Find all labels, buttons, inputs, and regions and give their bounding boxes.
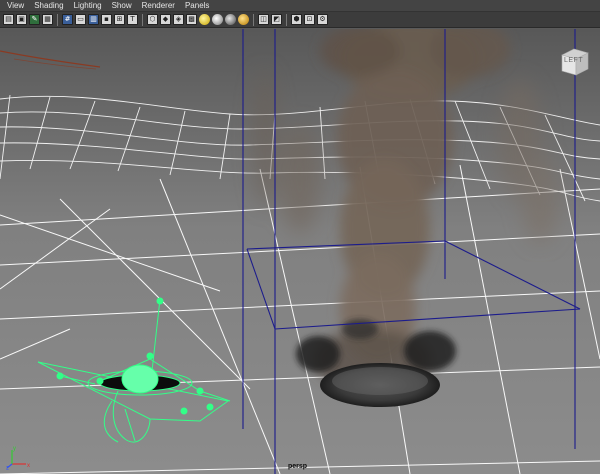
viewport-scene (0, 29, 600, 474)
xray-components-icon[interactable]: ⊡ (304, 14, 315, 25)
bookmark-icon[interactable]: ✎ (29, 14, 40, 25)
xray-joints-icon[interactable]: ⬢ (291, 14, 302, 25)
toolbar-separator (286, 13, 287, 26)
panel-toolbar: ▤ ▣ ✎ ▦ # ▭ ▥ ▪ ⊞ T ⬡ ◆ ◈ ▩ ◫ ◩ ⬢ ⊡ ⚙ (0, 12, 600, 28)
smooth-shade-icon[interactable]: ◆ (160, 14, 171, 25)
text-toggle-icon[interactable]: T (127, 14, 138, 25)
viewport-persp[interactable]: LEFT x y z persp (0, 29, 600, 474)
toolbar-separator (57, 13, 58, 26)
film-gate-icon[interactable]: ▭ (75, 14, 86, 25)
panel-menu-bar: View Shading Lighting Show Renderer Pane… (0, 0, 600, 12)
textured-icon[interactable]: ▩ (186, 14, 197, 25)
motion-blur-icon[interactable] (238, 14, 249, 25)
menu-show[interactable]: Show (108, 0, 136, 12)
viewcube-label: LEFT (564, 57, 584, 64)
menu-shading[interactable]: Shading (30, 0, 67, 12)
xray-icon[interactable]: ◫ (258, 14, 269, 25)
menu-lighting[interactable]: Lighting (70, 0, 106, 12)
axis-indicator: x y z (6, 444, 32, 470)
field-chart-icon[interactable]: ⊞ (114, 14, 125, 25)
shadows-icon[interactable] (212, 14, 223, 25)
toolbar-separator (253, 13, 254, 26)
ambient-occlusion-icon[interactable] (225, 14, 236, 25)
settings-icon[interactable]: ⚙ (317, 14, 328, 25)
use-all-lights-icon[interactable] (199, 14, 210, 25)
axis-z-label: z (6, 466, 9, 471)
viewcube[interactable]: LEFT (560, 47, 590, 77)
wireframe-icon[interactable]: ⬡ (147, 14, 158, 25)
menu-panels[interactable]: Panels (181, 0, 213, 12)
camera-name-label: persp (288, 463, 308, 470)
grid-icon[interactable]: # (62, 14, 73, 25)
menu-renderer[interactable]: Renderer (138, 0, 179, 12)
camera-attributes-icon[interactable]: ▣ (16, 14, 27, 25)
isolate-select-icon[interactable]: ◩ (271, 14, 282, 25)
axis-y-label: y (13, 446, 16, 452)
resolution-gate-icon[interactable]: ▥ (88, 14, 99, 25)
gate-mask-icon[interactable]: ▪ (101, 14, 112, 25)
menu-view[interactable]: View (3, 0, 28, 12)
wireframe-on-shaded-icon[interactable]: ◈ (173, 14, 184, 25)
toolbar-separator (142, 13, 143, 26)
emitter-disc-highlight (332, 367, 428, 395)
axis-x-label: x (27, 463, 30, 469)
camera-select-icon[interactable]: ▤ (3, 14, 14, 25)
image-plane-icon[interactable]: ▦ (42, 14, 53, 25)
